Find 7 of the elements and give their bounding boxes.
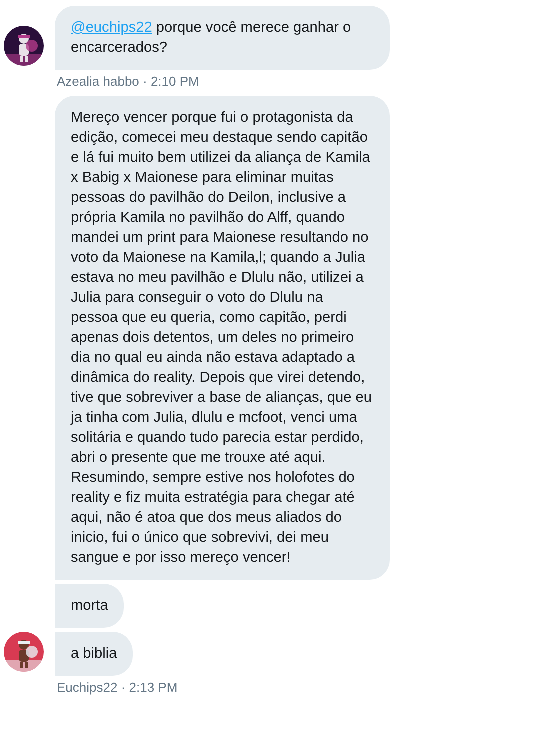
message-meta: Euchips22 · 2:13 PM xyxy=(57,679,179,697)
message-bubble: @euchips22 porque você merece ganhar o encarcerados? xyxy=(55,6,390,70)
message-bubble: Mereço vencer porque fui o protagonista da edição, comecei meu destaque sendo capitão e lá fui muito bem utilizei da aliança de Kamila x Babig x Maionese para eliminar muitas pessoas do pavilhão do Deilon, inclusive a própria Kamila no pavilhão do Alff, quando mandei um print para Maionese resultando no voto da Maionese na Kamila,l; quando a Julia estava no meu pavilhão e Dlulu não, utilizei a Julia para conseguir o voto do Dlulu na pessoa que eu queria, como capitão, perdi apenas dois detentos, um deles no primeiro dia no qual eu ainda não estava adaptado a dinâmica do reality. Depois que virei detendo, tive que sobreviver a base de alianças, que eu ja tinha com Julia, dlulu e mcfoot, venci uma solitária e quando tudo parecia estar perdido, abri o presente que me trouxe até aqui. Resumindo, sempre estive nos holofotes do reality e fiz muita estratégia para chegar até aqui, não é atoa que dos meus aliados do inicio, fui o único que sobrevivi, dei meu sangue e por isso mereço vencer! xyxy=(55,96,390,580)
mention-link[interactable]: @euchips22 xyxy=(71,20,152,36)
message-bubble: a biblia xyxy=(55,632,134,676)
message-meta: Azealia habbo · 2:10 PM xyxy=(57,73,200,91)
message-bubble: morta xyxy=(55,584,124,628)
